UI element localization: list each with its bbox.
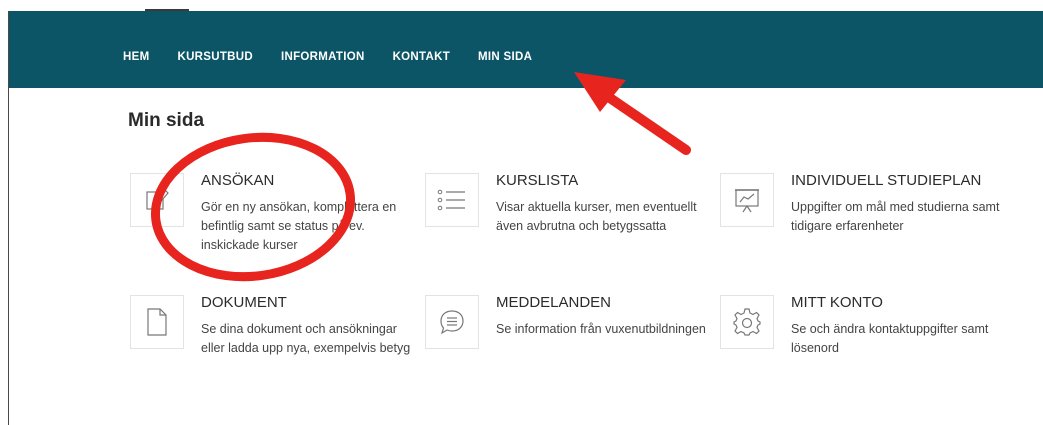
card-title[interactable]: MEDDELANDEN: [496, 294, 611, 311]
chart-presentation-icon: [720, 173, 774, 227]
card-description: Visar aktuella kurser, men eventuellt äv…: [496, 200, 697, 233]
edit-icon: [130, 173, 184, 227]
nav-kontakt[interactable]: KONTAKT: [393, 47, 450, 67]
annotation-arrow-shaft: [605, 93, 691, 155]
main-nav: HEM KURSUTBUD INFORMATION KONTAKT MIN SI…: [123, 47, 560, 67]
nav-hem[interactable]: HEM: [123, 47, 149, 67]
card-mitt-konto[interactable]: MITT KONTO Se och ändra kontaktuppgifter…: [720, 294, 1010, 405]
card-individuell-studieplan[interactable]: INDIVIDUELL STUDIEPLAN Uppgifter om mål …: [720, 172, 1010, 283]
nav-information[interactable]: INFORMATION: [281, 47, 365, 67]
card-kurslista[interactable]: KURSLISTA Visar aktuella kurser, men eve…: [425, 172, 715, 283]
card-title[interactable]: ANSÖKAN: [201, 172, 274, 189]
card-description: Se och ändra kontaktuppgifter samt lösen…: [791, 322, 989, 355]
card-title[interactable]: INDIVIDUELL STUDIEPLAN: [791, 172, 981, 189]
card-title[interactable]: KURSLISTA: [496, 172, 578, 189]
list-icon: [425, 173, 479, 227]
message-icon: [425, 295, 479, 349]
card-title[interactable]: MITT KONTO: [791, 294, 883, 311]
gear-icon: [720, 295, 774, 349]
nav-min-sida[interactable]: MIN SIDA: [478, 47, 532, 67]
card-description: Uppgifter om mål med studierna samt tidi…: [791, 200, 1000, 233]
card-title[interactable]: DOKUMENT: [201, 294, 287, 311]
card-ansokan[interactable]: ANSÖKAN Gör en ny ansökan, komplettera e…: [130, 172, 420, 283]
card-description: Gör en ny ansökan, komplettera en befint…: [201, 200, 397, 252]
page-title: Min sida: [128, 110, 205, 131]
card-description: Se dina dokument och ansökningar eller l…: [201, 322, 411, 355]
card-meddelanden[interactable]: MEDDELANDEN Se information från vuxenutb…: [425, 294, 715, 405]
document-icon: [130, 295, 184, 349]
nav-kursutbud[interactable]: KURSUTBUD: [177, 47, 253, 67]
card-dokument[interactable]: DOKUMENT Se dina dokument och ansökninga…: [130, 294, 420, 405]
card-description: Se information från vuxenutbildningen: [496, 322, 706, 336]
